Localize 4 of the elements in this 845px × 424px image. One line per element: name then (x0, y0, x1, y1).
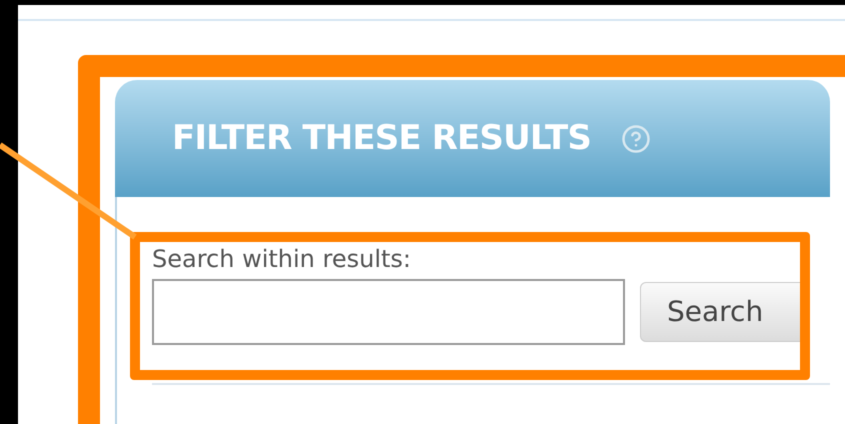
help-icon[interactable] (621, 124, 651, 154)
search-field[interactable] (152, 279, 625, 345)
search-label: Search within results: (152, 247, 412, 271)
panel-title: FILTER THESE RESULTS (172, 117, 591, 160)
